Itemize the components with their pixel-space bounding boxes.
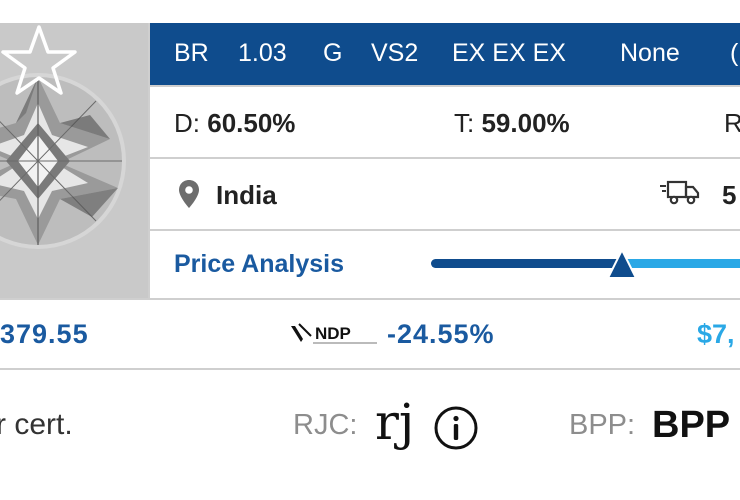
diamond-photo[interactable] [0,23,150,298]
location-row: India 5 [150,157,740,229]
measurement-overflow: R [724,108,740,139]
price-per-carat: 379.55 [0,319,89,349]
ndp-percent: -24.55% [387,319,495,349]
table-label: T: [454,108,475,138]
location-country: India [216,180,277,210]
spec-shape: BR [174,39,209,67]
spec-fluorescence: None [620,39,680,67]
favorite-star-icon[interactable] [0,23,78,97]
ndp-logo-text: NDP [315,324,351,343]
spec-clarity: VS2 [371,39,419,67]
certification-row: r cert. RJC: rj BPP: BPP [0,368,740,500]
spec-cut-polish-symmetry: EX EX EX [452,39,566,67]
spec-overflow: ( [730,39,739,67]
spec-carat: 1.03 [238,39,287,67]
measurements-row: D: 60.50% T: 59.00% R [150,85,740,157]
price-analysis-title: Price Analysis [174,250,345,278]
spec-header-bar: BR 1.03 G VS2 EX EX EX None ( [150,23,740,85]
table-value: 59.00% [481,108,570,138]
table-field: T: 59.00% [454,108,570,139]
ndp-logo: NDP [291,323,377,344]
price-summary-row: 379.55 NDP -24.55% $7, [0,298,740,370]
location-pin-icon [179,180,199,208]
rjc-logo: rj [375,393,415,451]
price-track-below [431,259,621,268]
depth-value: 60.50% [207,108,296,138]
cert-text[interactable]: r cert. [0,408,73,442]
truck-icon [660,180,700,205]
info-icon[interactable] [433,405,479,451]
bpp-value: BPP [652,404,731,446]
total-price: $7, [697,319,735,349]
price-analysis-row[interactable]: Price Analysis [150,229,740,300]
price-marker-icon [606,247,638,279]
shipping-days: 5 [722,180,737,210]
rjc-label: RJC: [293,409,358,441]
spec-color: G [323,39,343,67]
depth-label: D: [174,108,200,138]
bpp-label: BPP: [569,409,636,441]
depth-field: D: 60.50% [174,108,295,139]
